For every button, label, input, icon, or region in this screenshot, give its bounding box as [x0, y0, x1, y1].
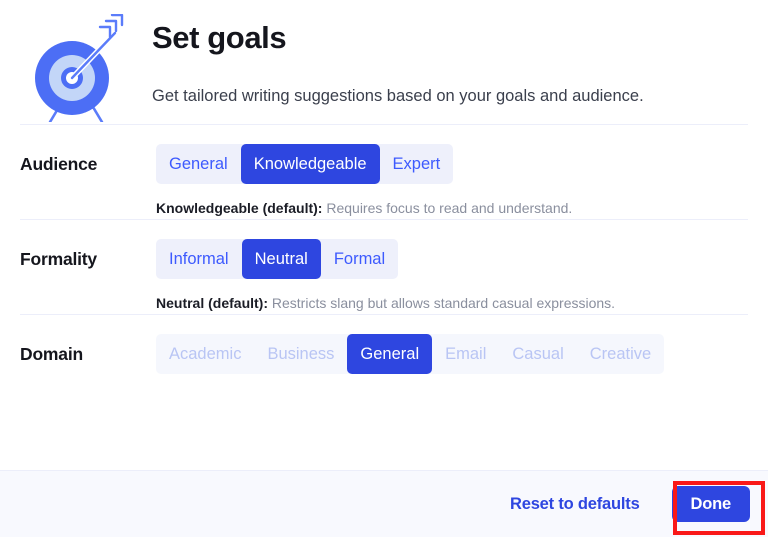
- segmented-control-formality[interactable]: Informal Neutral Formal: [156, 239, 399, 279]
- set-goals-dialog: Set goals Get tailored writing suggestio…: [0, 0, 768, 537]
- segmented-control-domain[interactable]: Academic Business General Email Casual C…: [156, 334, 665, 374]
- domain-option-business[interactable]: Business: [254, 334, 347, 374]
- domain-option-academic[interactable]: Academic: [156, 334, 254, 374]
- setting-row-formality: Formality Informal Neutral Formal Neutra…: [0, 220, 768, 314]
- target-with-arrow-icon: [22, 14, 130, 122]
- segmented-control-audience[interactable]: General Knowledgeable Expert: [156, 144, 454, 184]
- formality-option-formal[interactable]: Formal: [321, 239, 398, 279]
- header-text-block: Set goals Get tailored writing suggestio…: [130, 14, 748, 107]
- audience-option-knowledgeable[interactable]: Knowledgeable: [240, 144, 380, 184]
- setting-label-audience: Audience: [20, 154, 98, 174]
- settings-list: Audience General Knowledgeable Expert Kn…: [0, 125, 768, 470]
- dialog-header: Set goals Get tailored writing suggestio…: [0, 0, 768, 124]
- setting-row-domain: Domain Academic Business General Email C…: [0, 315, 768, 374]
- setting-description-text-audience: Requires focus to read and understand.: [326, 200, 573, 216]
- page-subtitle: Get tailored writing suggestions based o…: [152, 87, 644, 105]
- setting-description-label-audience: Knowledgeable (default):: [156, 200, 323, 216]
- done-button[interactable]: Done: [671, 486, 750, 522]
- dialog-footer: Reset to defaults Done: [0, 470, 768, 537]
- reset-to-defaults-link[interactable]: Reset to defaults: [510, 495, 640, 514]
- setting-label-formality: Formality: [20, 249, 97, 269]
- domain-option-general[interactable]: General: [347, 334, 433, 374]
- setting-body-domain: Academic Business General Email Casual C…: [156, 334, 748, 374]
- setting-description-formality: Neutral (default): Restricts slang but a…: [156, 279, 748, 314]
- audience-option-general[interactable]: General: [156, 144, 241, 184]
- setting-body-formality: Informal Neutral Formal Neutral (default…: [156, 239, 748, 314]
- formality-option-neutral[interactable]: Neutral: [241, 239, 321, 279]
- setting-label-domain: Domain: [20, 344, 83, 364]
- domain-option-creative[interactable]: Creative: [577, 334, 664, 374]
- page-title: Set goals: [152, 20, 287, 55]
- setting-description-audience: Knowledgeable (default): Requires focus …: [156, 184, 748, 219]
- setting-body-audience: General Knowledgeable Expert Knowledgeab…: [156, 144, 748, 219]
- setting-row-audience: Audience General Knowledgeable Expert Kn…: [0, 125, 768, 219]
- audience-option-expert[interactable]: Expert: [380, 144, 454, 184]
- setting-description-text-formality: Restricts slang but allows standard casu…: [271, 295, 616, 311]
- formality-option-informal[interactable]: Informal: [156, 239, 242, 279]
- domain-option-casual[interactable]: Casual: [499, 334, 576, 374]
- setting-description-label-formality: Neutral (default):: [156, 295, 268, 311]
- domain-option-email[interactable]: Email: [432, 334, 499, 374]
